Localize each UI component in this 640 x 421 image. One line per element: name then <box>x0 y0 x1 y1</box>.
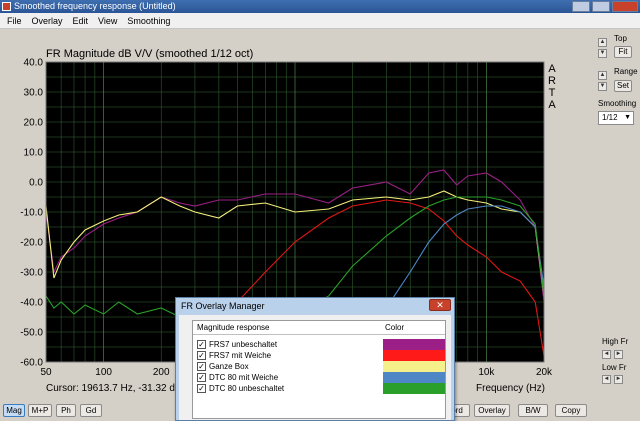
menu-bar: File Overlay Edit View Smoothing <box>0 13 640 29</box>
arta-watermark: ARTA <box>548 63 556 111</box>
range-up-arrow[interactable]: ▲ <box>598 71 607 80</box>
smoothing-value: 1/12 <box>602 113 618 122</box>
overlay-row[interactable]: ✓ DTC 80 unbeschaltet <box>193 383 445 394</box>
menu-edit[interactable]: Edit <box>68 16 94 26</box>
overlay-row[interactable]: ✓ Ganze Box <box>193 361 445 372</box>
overlay-name: DTC 80 unbeschaltet <box>209 384 285 393</box>
window-title: Smoothed frequency response (Untitled) <box>14 1 176 11</box>
overlay-color-swatch[interactable] <box>383 350 445 361</box>
watermark-letter: A <box>548 99 556 111</box>
overlay-manager-dialog: FR Overlay Manager ✕ Magnitude response … <box>175 297 455 421</box>
cursor-readout: Cursor: 19613.7 Hz, -31.32 dB <box>46 383 182 394</box>
overlay-list: Magnitude response Color ✓ FRS7 unbeschal… <box>192 320 446 419</box>
x-tick-label: 50 <box>40 367 52 378</box>
set-button[interactable]: Set <box>614 80 632 92</box>
overlay-checkbox[interactable]: ✓ <box>197 351 206 360</box>
watermark-letter: R <box>548 75 556 87</box>
overlay-color-swatch[interactable] <box>383 339 445 350</box>
x-tick-label: 20k <box>536 367 553 378</box>
overlay-checkbox[interactable]: ✓ <box>197 384 206 393</box>
low-fr-left-arrow[interactable]: ◄ <box>602 375 611 384</box>
dialog-title: FR Overlay Manager <box>181 301 265 311</box>
group-delay-button[interactable]: Gd <box>80 404 102 417</box>
overlay-name: Ganze Box <box>209 362 249 371</box>
minimize-button[interactable] <box>572 1 590 12</box>
chevron-down-icon: ▼ <box>624 114 631 121</box>
y-tick-label: -30.0 <box>20 268 43 279</box>
window-controls <box>572 1 638 12</box>
menu-smoothing[interactable]: Smoothing <box>122 16 175 26</box>
y-tick-label: 30.0 <box>24 88 44 99</box>
menu-view[interactable]: View <box>93 16 122 26</box>
fit-button[interactable]: Fit <box>614 46 632 58</box>
overlay-checkbox[interactable]: ✓ <box>197 362 206 371</box>
x-tick-label: 200 <box>153 367 170 378</box>
smoothing-select[interactable]: 1/12 ▼ <box>598 111 634 125</box>
overlay-checkbox[interactable]: ✓ <box>197 373 206 382</box>
overlay-checkbox[interactable]: ✓ <box>197 340 206 349</box>
y-tick-label: 10.0 <box>24 148 44 159</box>
close-window-button[interactable] <box>612 1 638 12</box>
top-label: Top <box>614 34 627 43</box>
dialog-close-button[interactable]: ✕ <box>429 299 451 311</box>
overlay-button[interactable]: Overlay <box>474 404 510 417</box>
y-tick-label: 40.0 <box>24 58 44 69</box>
range-label: Range <box>614 67 638 76</box>
overlay-color-swatch[interactable] <box>383 361 445 372</box>
control-panel: ▲ Top ▼ Fit ▲ Range ▼ Set Smoothing 1/12… <box>592 29 640 401</box>
app-icon <box>2 2 11 11</box>
overlay-row[interactable]: ✓ FRS7 unbeschaltet <box>193 339 445 350</box>
x-tick-label: 10k <box>478 367 495 378</box>
y-tick-label: -20.0 <box>20 238 43 249</box>
overlay-list-header: Magnitude response Color <box>193 321 445 335</box>
y-tick-label: -50.0 <box>20 328 43 339</box>
column-header-name: Magnitude response <box>197 323 270 332</box>
overlay-name: FRS7 mit Weiche <box>209 351 272 360</box>
overlay-name: FRS7 unbeschaltet <box>209 340 278 349</box>
overlay-name: DTC 80 mit Weiche <box>209 373 279 382</box>
copy-button[interactable]: Copy <box>555 404 587 417</box>
high-fr-label: High Fr <box>602 337 629 346</box>
watermark-letter: A <box>548 63 556 75</box>
title-bar: Smoothed frequency response (Untitled) <box>0 0 640 13</box>
low-fr-right-arrow[interactable]: ► <box>614 375 623 384</box>
menu-overlay[interactable]: Overlay <box>27 16 68 26</box>
maximize-button[interactable] <box>592 1 610 12</box>
x-axis-label: Frequency (Hz) <box>476 383 545 394</box>
y-tick-label: -40.0 <box>20 298 43 309</box>
chart-title: FR Magnitude dB V/V (smoothed 1/12 oct) <box>46 48 253 60</box>
top-down-arrow[interactable]: ▼ <box>598 49 607 58</box>
overlay-row[interactable]: ✓ FRS7 mit Weiche <box>193 350 445 361</box>
watermark-letter: T <box>549 87 556 99</box>
y-tick-label: 20.0 <box>24 118 44 129</box>
x-tick-label: 100 <box>95 367 112 378</box>
y-tick-label: -10.0 <box>20 208 43 219</box>
mag-button[interactable]: Mag <box>3 404 25 417</box>
low-fr-label: Low Fr <box>602 363 627 372</box>
range-down-arrow[interactable]: ▼ <box>598 82 607 91</box>
smoothing-label: Smoothing <box>598 99 637 108</box>
column-header-color: Color <box>385 323 405 332</box>
y-tick-label: 0.0 <box>29 178 43 189</box>
overlay-color-swatch[interactable] <box>383 383 445 394</box>
overlay-color-swatch[interactable] <box>383 372 445 383</box>
top-up-arrow[interactable]: ▲ <box>598 38 607 47</box>
menu-file[interactable]: File <box>2 16 27 26</box>
mag-phase-button[interactable]: M+P <box>28 404 52 417</box>
overlay-row[interactable]: ✓ DTC 80 mit Weiche <box>193 372 445 383</box>
bw-button[interactable]: B/W <box>518 404 548 417</box>
high-fr-right-arrow[interactable]: ► <box>614 350 623 359</box>
high-fr-left-arrow[interactable]: ◄ <box>602 350 611 359</box>
phase-button[interactable]: Ph <box>56 404 76 417</box>
dialog-body: Magnitude response Color ✓ FRS7 unbeschal… <box>179 315 451 420</box>
